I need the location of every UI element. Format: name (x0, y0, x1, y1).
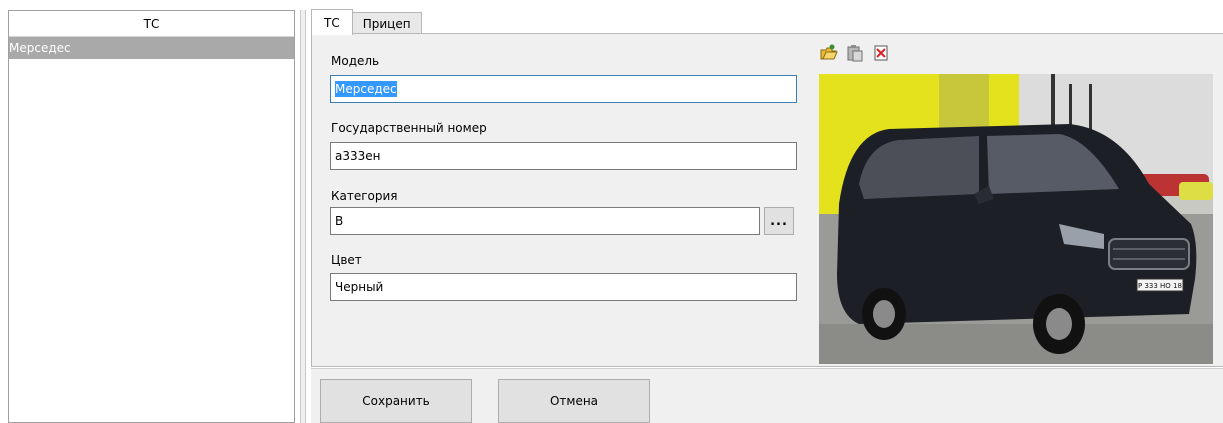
tab-strip: ТС Прицеп (311, 9, 422, 35)
vehicle-list[interactable]: ТС Мерседес (8, 10, 295, 423)
vehicle-photo: Р 333 НО 18 (819, 74, 1213, 364)
tab-trailer-label: Прицеп (362, 16, 411, 31)
tab-trailer[interactable]: Прицеп (351, 12, 422, 34)
open-image-icon[interactable] (820, 44, 838, 60)
plate-label: Государственный номер (331, 121, 487, 135)
category-field-value: B (335, 214, 344, 228)
list-column-header[interactable]: ТС (9, 11, 294, 37)
delete-image-icon[interactable] (872, 44, 888, 61)
cancel-button-label: Отмена (549, 394, 599, 408)
model-field-value: Мерседес (335, 81, 397, 97)
vehicle-plate: Р 333 НО 18 (1138, 282, 1182, 290)
category-label: Категория (331, 189, 398, 203)
plate-field-value: а333ен (335, 149, 381, 163)
save-button-label: Сохранить (362, 394, 430, 408)
category-browse-label: ... (770, 213, 788, 229)
paste-image-icon[interactable] (846, 44, 863, 62)
category-field[interactable]: B (330, 207, 760, 235)
color-label: Цвет (331, 253, 362, 267)
color-field-value: Черный (335, 280, 384, 294)
tab-vehicle[interactable]: ТС (311, 9, 353, 35)
panel-splitter[interactable] (300, 10, 306, 423)
cancel-button[interactable]: Отмена (498, 379, 650, 423)
image-toolbar (820, 44, 888, 62)
model-label: Модель (331, 54, 380, 68)
model-field[interactable]: Мерседес (330, 75, 797, 103)
action-bar: Сохранить Отмена (311, 368, 1223, 423)
save-button[interactable]: Сохранить (320, 379, 472, 423)
list-item-label: Мерседес (9, 41, 71, 55)
color-field[interactable]: Черный (330, 273, 797, 301)
category-browse-button[interactable]: ... (764, 207, 794, 235)
vehicle-form-panel: Модель Мерседес Государственный номер а3… (311, 33, 1223, 367)
plate-field[interactable]: а333ен (330, 142, 797, 170)
list-column-header-label: ТС (143, 16, 160, 31)
tab-vehicle-label: ТС (324, 15, 340, 30)
list-item[interactable]: Мерседес (9, 37, 294, 59)
